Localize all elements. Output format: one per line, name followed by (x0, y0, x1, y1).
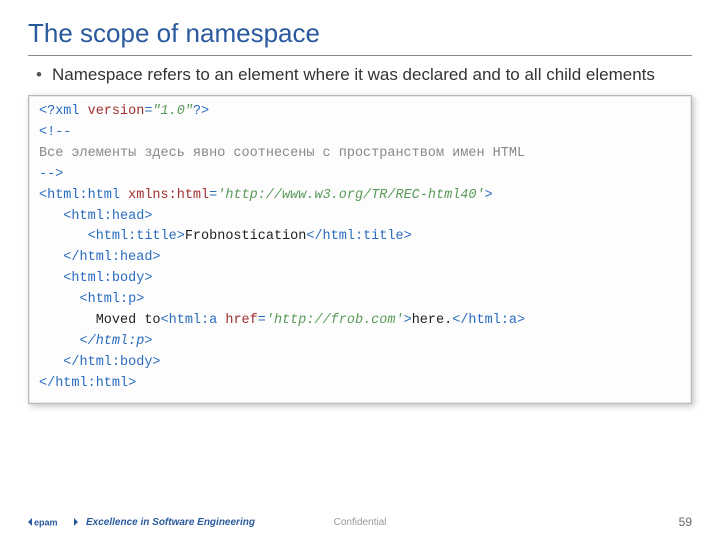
logo-block: epam Excellence in Software Engineering (28, 514, 255, 530)
logo-text: epam (34, 518, 58, 528)
footer: epam Excellence in Software Engineering … (0, 514, 720, 530)
code-token: xmlns:html (128, 188, 209, 203)
page-number: 59 (679, 515, 692, 529)
code-token: </html:html> (39, 376, 136, 391)
code-token: 'http://www.w3.org/TR/REC-html40' (217, 188, 484, 203)
epam-logo-icon: epam (28, 514, 78, 530)
code-token: </html:p> (39, 334, 152, 349)
bullet-item: Namespace refers to an element where it … (36, 64, 692, 87)
code-token: </html:body> (39, 355, 161, 370)
code-token: <?xml (39, 104, 88, 119)
code-token: Все элементы здесь явно соотнесены с про… (39, 146, 525, 161)
page-title: The scope of namespace (28, 18, 692, 49)
code-token: ?> (193, 104, 209, 119)
code-token: <!-- (39, 125, 71, 140)
code-token: Moved to (39, 313, 161, 328)
code-token: <html:title> (39, 229, 185, 244)
bullet-list: Namespace refers to an element where it … (28, 64, 692, 87)
code-token: </html:title> (306, 229, 411, 244)
code-token: > (485, 188, 493, 203)
code-token: <html:head> (39, 209, 152, 224)
code-token: Frobnostication (185, 229, 307, 244)
code-token: <html:body> (39, 271, 152, 286)
code-token: </html:a> (452, 313, 525, 328)
code-token: "1.0" (152, 104, 193, 119)
slide: The scope of namespace Namespace refers … (0, 0, 720, 540)
code-token: <html:html (39, 188, 128, 203)
title-underline (28, 55, 692, 56)
code-token: <html:p> (39, 292, 144, 307)
code-token: href (225, 313, 257, 328)
footer-confidential: Confidential (334, 517, 387, 528)
code-token: </html:head> (39, 250, 161, 265)
footer-tagline: Excellence in Software Engineering (86, 517, 255, 528)
code-block: <?xml version = "1.0"?> <!-- Все элементы … (28, 95, 692, 404)
code-token: <html:a (161, 313, 226, 328)
code-token: 'http://frob.com' (266, 313, 404, 328)
code-token: > (404, 313, 412, 328)
code-token: version (88, 104, 145, 119)
code-token: here. (412, 313, 453, 328)
code-token: --> (39, 167, 63, 182)
code-token: = (258, 313, 266, 328)
